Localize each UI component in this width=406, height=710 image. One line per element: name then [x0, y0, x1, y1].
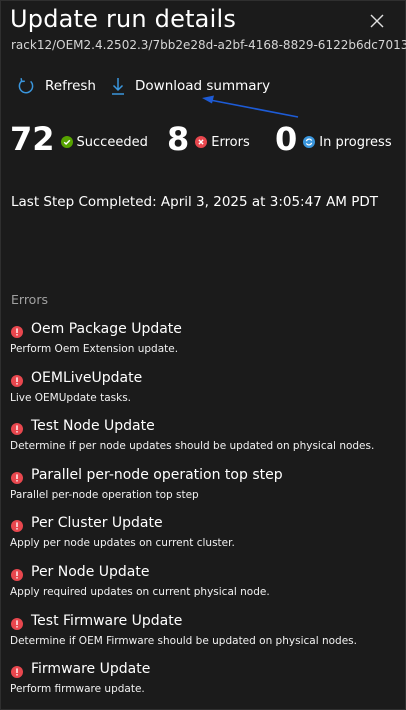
errors-stat: 8 Errors [167, 119, 250, 159]
error-title: Firmware Update [31, 661, 151, 678]
error-description: Perform Oem Extension update. [10, 343, 179, 355]
check-circle-icon [60, 136, 73, 148]
error-circle-icon [11, 469, 23, 488]
error-circle-icon [11, 615, 23, 634]
error-circle-icon [11, 517, 23, 536]
in-progress-label: In progress [319, 135, 392, 150]
error-title: Test Firmware Update [31, 612, 183, 629]
panel-title: Update run details [10, 5, 237, 33]
download-summary-label: Download summary [135, 78, 271, 94]
download-icon [110, 76, 126, 96]
error-item: Oem Package Update Perform Oem Extension… [1, 319, 405, 368]
last-step-completed: Last Step Completed: April 3, 2025 at 3:… [11, 194, 379, 210]
succeeded-label: Succeeded [76, 135, 148, 150]
errors-heading: Errors [11, 292, 48, 307]
errors-count: 8 [167, 120, 190, 158]
sync-circle-icon [303, 136, 316, 148]
error-description: Parallel per-node operation top step [10, 488, 199, 501]
error-circle-icon [11, 420, 23, 439]
refresh-label: Refresh [45, 78, 96, 94]
refresh-button[interactable]: Refresh [16, 73, 96, 99]
error-description: Determine if per node updates should be … [10, 440, 375, 453]
in-progress-stat: 0 In progress [275, 119, 392, 159]
resource-path: rack12/OEM2.4.2502.3/7bb2e28d-a2bf-4168-… [11, 38, 406, 52]
error-item: Per Cluster Update Apply per node update… [1, 513, 405, 562]
error-item: OEMLiveUpdate Live OEMUpdate tasks. [1, 368, 405, 417]
error-circle-icon [11, 372, 23, 391]
error-title: Parallel per-node operation top step [31, 466, 283, 483]
error-description: Live OEMUpdate tasks. [10, 391, 132, 404]
succeeded-stat: 72 Succeeded [10, 119, 148, 159]
error-description: Perform firmware update. [10, 683, 145, 696]
error-description: Apply per node updates on current cluste… [10, 537, 235, 550]
error-item: Firmware Update Perform firmware update. [1, 659, 405, 708]
error-circle-icon [11, 566, 23, 585]
error-circle-icon [11, 663, 23, 682]
error-title: Per Cluster Update [31, 515, 163, 532]
errors-label: Errors [211, 135, 250, 150]
error-item: Parallel per-node operation top step Par… [1, 465, 405, 514]
error-description: Determine if OEM Firmware should be upda… [10, 634, 357, 647]
error-title: Oem Package Update [31, 321, 182, 337]
close-button[interactable] [367, 11, 387, 31]
download-summary-button[interactable]: Download summary [110, 73, 270, 99]
error-item: Per Node Update Apply required updates o… [1, 562, 405, 611]
error-item: Test Firmware Update Determine if OEM Fi… [1, 611, 405, 660]
error-title: Per Node Update [31, 563, 150, 580]
error-circle-icon [195, 136, 208, 148]
error-circle-icon [11, 323, 23, 342]
error-list: Oem Package Update Perform Oem Extension… [1, 319, 405, 708]
succeeded-count: 72 [10, 120, 55, 158]
refresh-icon [16, 76, 36, 96]
close-icon [370, 14, 384, 28]
error-item: Test Node Update Determine if per node u… [1, 416, 405, 465]
error-title: Test Node Update [31, 418, 155, 435]
error-description: Apply required updates on current physic… [10, 585, 270, 598]
in-progress-count: 0 [275, 120, 298, 158]
update-run-details-panel: Update run details rack12/OEM2.4.2502.3/… [0, 0, 406, 710]
error-title: OEMLiveUpdate [31, 369, 143, 386]
